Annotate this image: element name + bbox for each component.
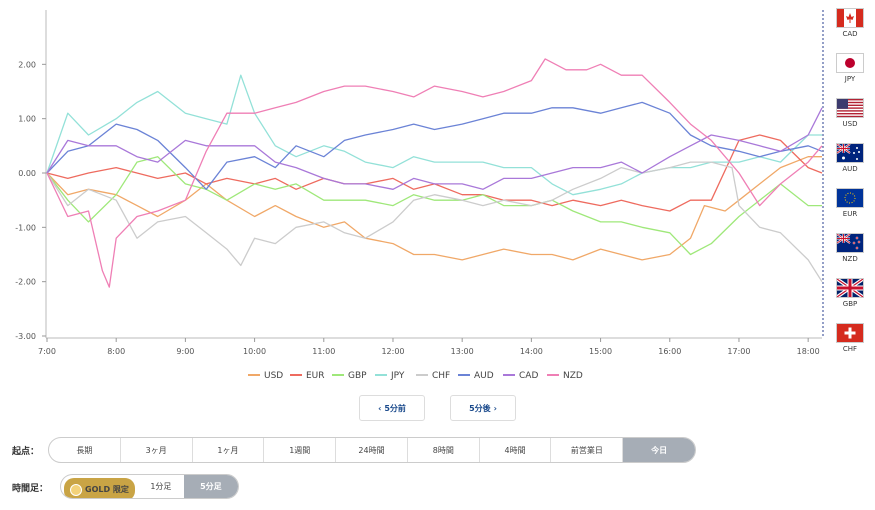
timeframe-selector: GOLD 限定 1分足 5分足 [60, 474, 239, 499]
currency-flag-item-chf[interactable]: CHF [827, 323, 873, 368]
next-5min-label: 5分後 [469, 403, 491, 413]
currency-code: AUD [842, 165, 858, 173]
start-point-selector: 長期 3ヶ月 1ヶ月 1週間 24時間 8時間 4時間 前営業日 今日 [48, 437, 696, 463]
legend-item-eur[interactable]: EUR [306, 371, 325, 381]
legend-item-usd[interactable]: USD [264, 371, 283, 381]
y-tick-labels: 2.00 1.00 0.00 -1.00 -2.00 -3.00 [15, 60, 46, 341]
gold-coin-icon [70, 483, 82, 496]
x-tick-label: 15:00 [589, 347, 612, 356]
chevron-right-icon: › [493, 403, 497, 413]
y-tick-label: 2.00 [18, 60, 36, 69]
x-tick-label: 11:00 [312, 347, 335, 356]
timeframe-label: 時間足： [12, 484, 49, 494]
gold-only-label: GOLD 限定 [85, 485, 129, 494]
start-option[interactable]: 8時間 [408, 438, 480, 462]
y-tick-label: 1.00 [18, 115, 36, 124]
x-tick-label: 14:00 [520, 347, 543, 356]
x-tick-label: 12:00 [381, 347, 404, 356]
series-lines [46, 58, 823, 288]
currency-code: CHF [842, 345, 858, 353]
currency-flag-item-nzd[interactable]: NZD [827, 233, 873, 278]
series-line-aud [46, 101, 823, 190]
currency-flag-item-jpy[interactable]: JPY [827, 53, 873, 98]
x-tick-label: 17:00 [727, 347, 750, 356]
currency-flag-item-eur[interactable]: EUR [827, 188, 873, 233]
japan-flag-icon [836, 53, 864, 73]
y-tick-label: -3.00 [15, 332, 36, 341]
start-point-label: 起点： [12, 447, 40, 457]
timeframe-1min-option[interactable]: 1分足 [138, 475, 184, 498]
legend-item-cad[interactable]: CAD [519, 371, 538, 381]
legend-item-jpy[interactable]: JPY [390, 371, 405, 381]
line-chart: 2.00 1.00 0.00 -1.00 -2.00 -3.00 7:00 8:00 9:00… [15, 10, 824, 381]
newzealand-flag-icon [836, 233, 864, 253]
x-tick-label: 10:00 [243, 347, 266, 356]
prev-5min-label: 5分前 [384, 403, 406, 413]
series-line-nzd [46, 58, 823, 288]
start-option[interactable]: 長期 [49, 438, 121, 462]
currency-code: GBP [842, 300, 858, 308]
x-tick-label: 8:00 [107, 347, 125, 356]
y-tick-label: 0.00 [18, 169, 36, 178]
chevron-left-icon: ‹ [378, 403, 382, 413]
currency-code: NZD [842, 255, 858, 263]
start-option[interactable]: 3ヶ月 [121, 438, 193, 462]
legend: USD EUR GBP JPY CHF AUD CAD NZD [248, 371, 583, 381]
x-tick-label: 18:00 [797, 347, 820, 356]
timeframe-5min-option[interactable]: 5分足 [183, 475, 238, 498]
series-line-chf [46, 161, 823, 283]
x-tick-label: 13:00 [451, 347, 474, 356]
start-option[interactable]: 今日 [623, 438, 695, 462]
currency-flag-item-gbp[interactable]: GBP [827, 278, 873, 323]
uk-flag-icon [836, 278, 864, 298]
legend-item-aud[interactable]: AUD [474, 371, 494, 381]
legend-item-gbp[interactable]: GBP [348, 371, 367, 381]
swiss-flag-icon [836, 323, 864, 343]
currency-flag-list: CAD JPY USD AUD EUR NZD GBP CHF [827, 8, 873, 368]
currency-code: JPY [844, 75, 856, 83]
x-tick-label: 16:00 [658, 347, 681, 356]
next-5min-button[interactable]: 5分後 › [450, 395, 516, 421]
start-option[interactable]: 前営業日 [551, 438, 624, 462]
eu-flag-icon [836, 188, 864, 208]
y-tick-label: -1.00 [15, 223, 36, 232]
prev-5min-button[interactable]: ‹ 5分前 [359, 395, 425, 421]
currency-flag-item-usd[interactable]: USD [827, 98, 873, 143]
x-tick-label: 7:00 [38, 347, 56, 356]
y-tick-label: -2.00 [15, 278, 36, 287]
start-option[interactable]: 1週間 [264, 438, 337, 462]
currency-flag-item-aud[interactable]: AUD [827, 143, 873, 188]
x-tick-labels: 7:00 8:00 9:00 10:00 11:00 12:00 13:00 14:00 15:… [38, 338, 820, 356]
canada-flag-icon [836, 8, 864, 28]
start-option[interactable]: 4時間 [480, 438, 552, 462]
currency-code: EUR [842, 210, 858, 218]
gold-only-badge: GOLD 限定 [64, 478, 135, 498]
usa-flag-icon [836, 98, 864, 118]
australia-flag-icon [836, 143, 864, 163]
legend-item-chf[interactable]: CHF [432, 371, 450, 381]
x-tick-label: 9:00 [176, 347, 194, 356]
currency-code: CAD [842, 30, 858, 38]
start-option[interactable]: 1ヶ月 [193, 438, 265, 462]
currency-code: USD [842, 120, 858, 128]
start-option[interactable]: 24時間 [336, 438, 408, 462]
currency-flag-item-cad[interactable]: CAD [827, 8, 873, 53]
legend-item-nzd[interactable]: NZD [563, 371, 583, 381]
